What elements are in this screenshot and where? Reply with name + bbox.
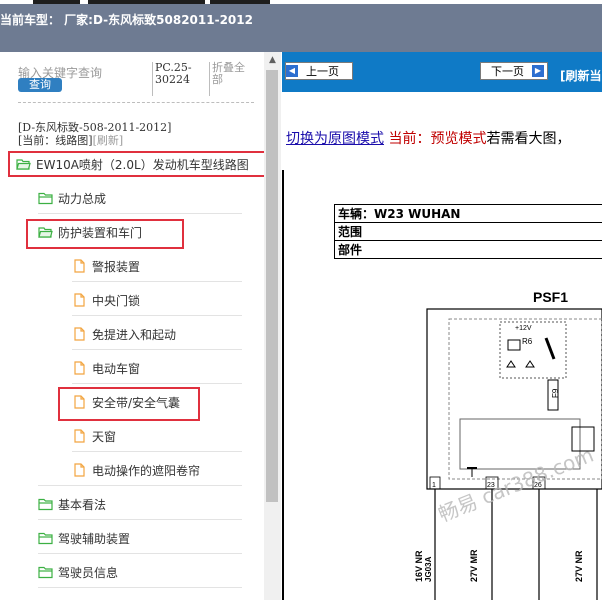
- tree-item-sunshade[interactable]: 电动操作的遮阳卷帘: [72, 458, 200, 482]
- left-panel: 输入关键字查询 查询 PC.25-30224 折叠全部 [D-东风标致-508-…: [0, 52, 264, 600]
- diagram-title: PSF1: [533, 289, 568, 305]
- scroll-thumb[interactable]: [266, 70, 278, 502]
- prev-page-label: 上一页: [306, 65, 339, 78]
- separator: [209, 62, 210, 96]
- refresh-current-link[interactable]: [刷新当: [560, 67, 602, 84]
- switch-original-link[interactable]: 切换为原图模式: [286, 131, 384, 147]
- tree-item-basic-view[interactable]: 基本看法: [38, 492, 106, 516]
- page-icon: [74, 361, 85, 375]
- page-navbar: ◀ 上一页 下一页 ▶ [刷新当: [282, 52, 602, 92]
- document-left-border: [282, 170, 284, 600]
- query-button[interactable]: 查询: [18, 78, 62, 92]
- tree-item-powertrain[interactable]: 动力总成: [38, 186, 106, 210]
- relay-label: R6: [522, 337, 533, 346]
- next-page-button[interactable]: 下一页 ▶: [480, 62, 548, 80]
- vehicle-cell: 车辆：W23 WUHAN: [334, 204, 602, 223]
- diode-icon: [525, 360, 535, 368]
- tree-label: 中央门锁: [92, 293, 141, 308]
- tree-divider: [72, 349, 242, 350]
- folder-open-icon: [16, 159, 31, 170]
- wire-label: 16V NR: [414, 550, 424, 582]
- tree-item-driving-assist[interactable]: 驾驶辅助装置: [38, 526, 130, 550]
- current-model-title: 当前车型： 厂家:D-东风标致5082011-2012: [0, 13, 253, 27]
- folder-open-icon: [38, 227, 53, 238]
- wiring-diagram: PSF1 +12V R6 F9 1 23 26 16V NR JG03A 27V…: [414, 289, 602, 600]
- tree-item-seatbelt-airbag[interactable]: 安全带/安全气囊: [72, 390, 180, 414]
- watermark: 畅易 car388.com: [435, 443, 597, 527]
- arrow-left-icon: ◀: [286, 65, 298, 77]
- wire-label: JG03A: [424, 556, 433, 582]
- breadcrumb-current: [当前：线路图]: [18, 134, 93, 147]
- prev-page-button[interactable]: ◀ 上一页: [285, 62, 353, 80]
- breadcrumb-path: [D-东风标致-508-2011-2012]: [18, 121, 172, 134]
- page-icon: [74, 395, 85, 409]
- pin-label: 1: [432, 482, 436, 489]
- separator: [152, 62, 153, 96]
- page-icon: [74, 463, 85, 477]
- folder-icon: [38, 532, 53, 545]
- current-mode-label: 当前：预览模式: [388, 131, 487, 147]
- tree-root[interactable]: EW10A喷射（2.0L）发动机车型线路图: [16, 152, 249, 176]
- scroll-up-icon[interactable]: ▲: [264, 52, 281, 69]
- tree-label: 防护装置和车门: [58, 225, 143, 240]
- folder-icon: [38, 566, 53, 579]
- tree-item-driver-info[interactable]: 驾驶员信息: [38, 560, 118, 584]
- tree-divider: [38, 485, 242, 486]
- tree-label: 安全带/安全气囊: [92, 395, 181, 410]
- pc-code: PC.25-30224: [155, 61, 192, 86]
- tree-label: 警报装置: [92, 259, 141, 274]
- tree-label: 电动操作的遮阳卷帘: [92, 463, 201, 478]
- dashed-divider: [18, 102, 254, 103]
- arrow-right-icon: ▶: [532, 65, 544, 77]
- tree-divider: [72, 315, 242, 316]
- tree-item-keyless[interactable]: 免提进入和起动: [72, 322, 176, 346]
- tree-divider: [38, 587, 242, 588]
- tree-item-central-lock[interactable]: 中央门锁: [72, 288, 140, 312]
- wire-label: 27V NR: [574, 550, 584, 582]
- fuse-label: F9: [551, 388, 560, 398]
- tree-divider: [38, 553, 242, 554]
- wire-label: 27V MR: [469, 549, 479, 582]
- voltage-label: +12V: [515, 325, 532, 332]
- parts-cell: 部件: [334, 240, 602, 259]
- tree-label: 驾驶员信息: [58, 565, 119, 580]
- relay-contact: [544, 337, 556, 360]
- collapse-all-link[interactable]: 折叠全部: [212, 62, 252, 86]
- refresh-link[interactable]: [刷新]: [93, 134, 124, 147]
- tree-item-power-windows[interactable]: 电动车窗: [72, 356, 140, 380]
- vehicle-info-table: 车辆：W23 WUHAN 范围 部件: [334, 204, 602, 259]
- page-icon: [74, 293, 85, 307]
- preview-mode-line: 切换为原图模式 当前：预览模式若需看大图，: [286, 128, 570, 148]
- header-bar: 当前车型： 厂家:D-东风标致5082011-2012: [0, 4, 602, 52]
- document-panel: ◀ 上一页 下一页 ▶ [刷新当 切换为原图模式 当前：预览模式若需看大图， 车…: [282, 52, 602, 600]
- breadcrumb: [D-东风标致-508-2011-2012] [当前：线路图][刷新]: [18, 121, 171, 147]
- tree-item-sunroof[interactable]: 天窗: [72, 424, 116, 448]
- tree-label: 基本看法: [58, 497, 107, 512]
- range-cell: 范围: [334, 222, 602, 241]
- folder-icon: [38, 498, 53, 511]
- tree-item-protection-doors[interactable]: 防护装置和车门: [38, 220, 142, 244]
- page-icon: [74, 429, 85, 443]
- tree-divider: [72, 281, 242, 282]
- tree-divider: [72, 383, 242, 384]
- tree-label: 免提进入和起动: [92, 327, 177, 342]
- diode-icon: [506, 360, 516, 368]
- tree-label: 电动车窗: [92, 361, 141, 376]
- tree-divider: [72, 451, 242, 452]
- preview-hint: 若需看大图，: [486, 131, 571, 147]
- next-page-label: 下一页: [491, 65, 524, 78]
- page-icon: [74, 327, 85, 341]
- tree-label: 驾驶辅助装置: [58, 531, 131, 546]
- tree-label: 动力总成: [58, 191, 107, 206]
- relay-coil: [507, 339, 521, 351]
- tree-label: EW10A喷射（2.0L）发动机车型线路图: [36, 157, 249, 172]
- tree-label: 天窗: [92, 429, 117, 444]
- page-icon: [74, 259, 85, 273]
- tree-item-alarm[interactable]: 警报装置: [72, 254, 140, 278]
- folder-icon: [38, 192, 53, 205]
- tree-divider: [38, 213, 242, 214]
- tree-divider: [38, 519, 242, 520]
